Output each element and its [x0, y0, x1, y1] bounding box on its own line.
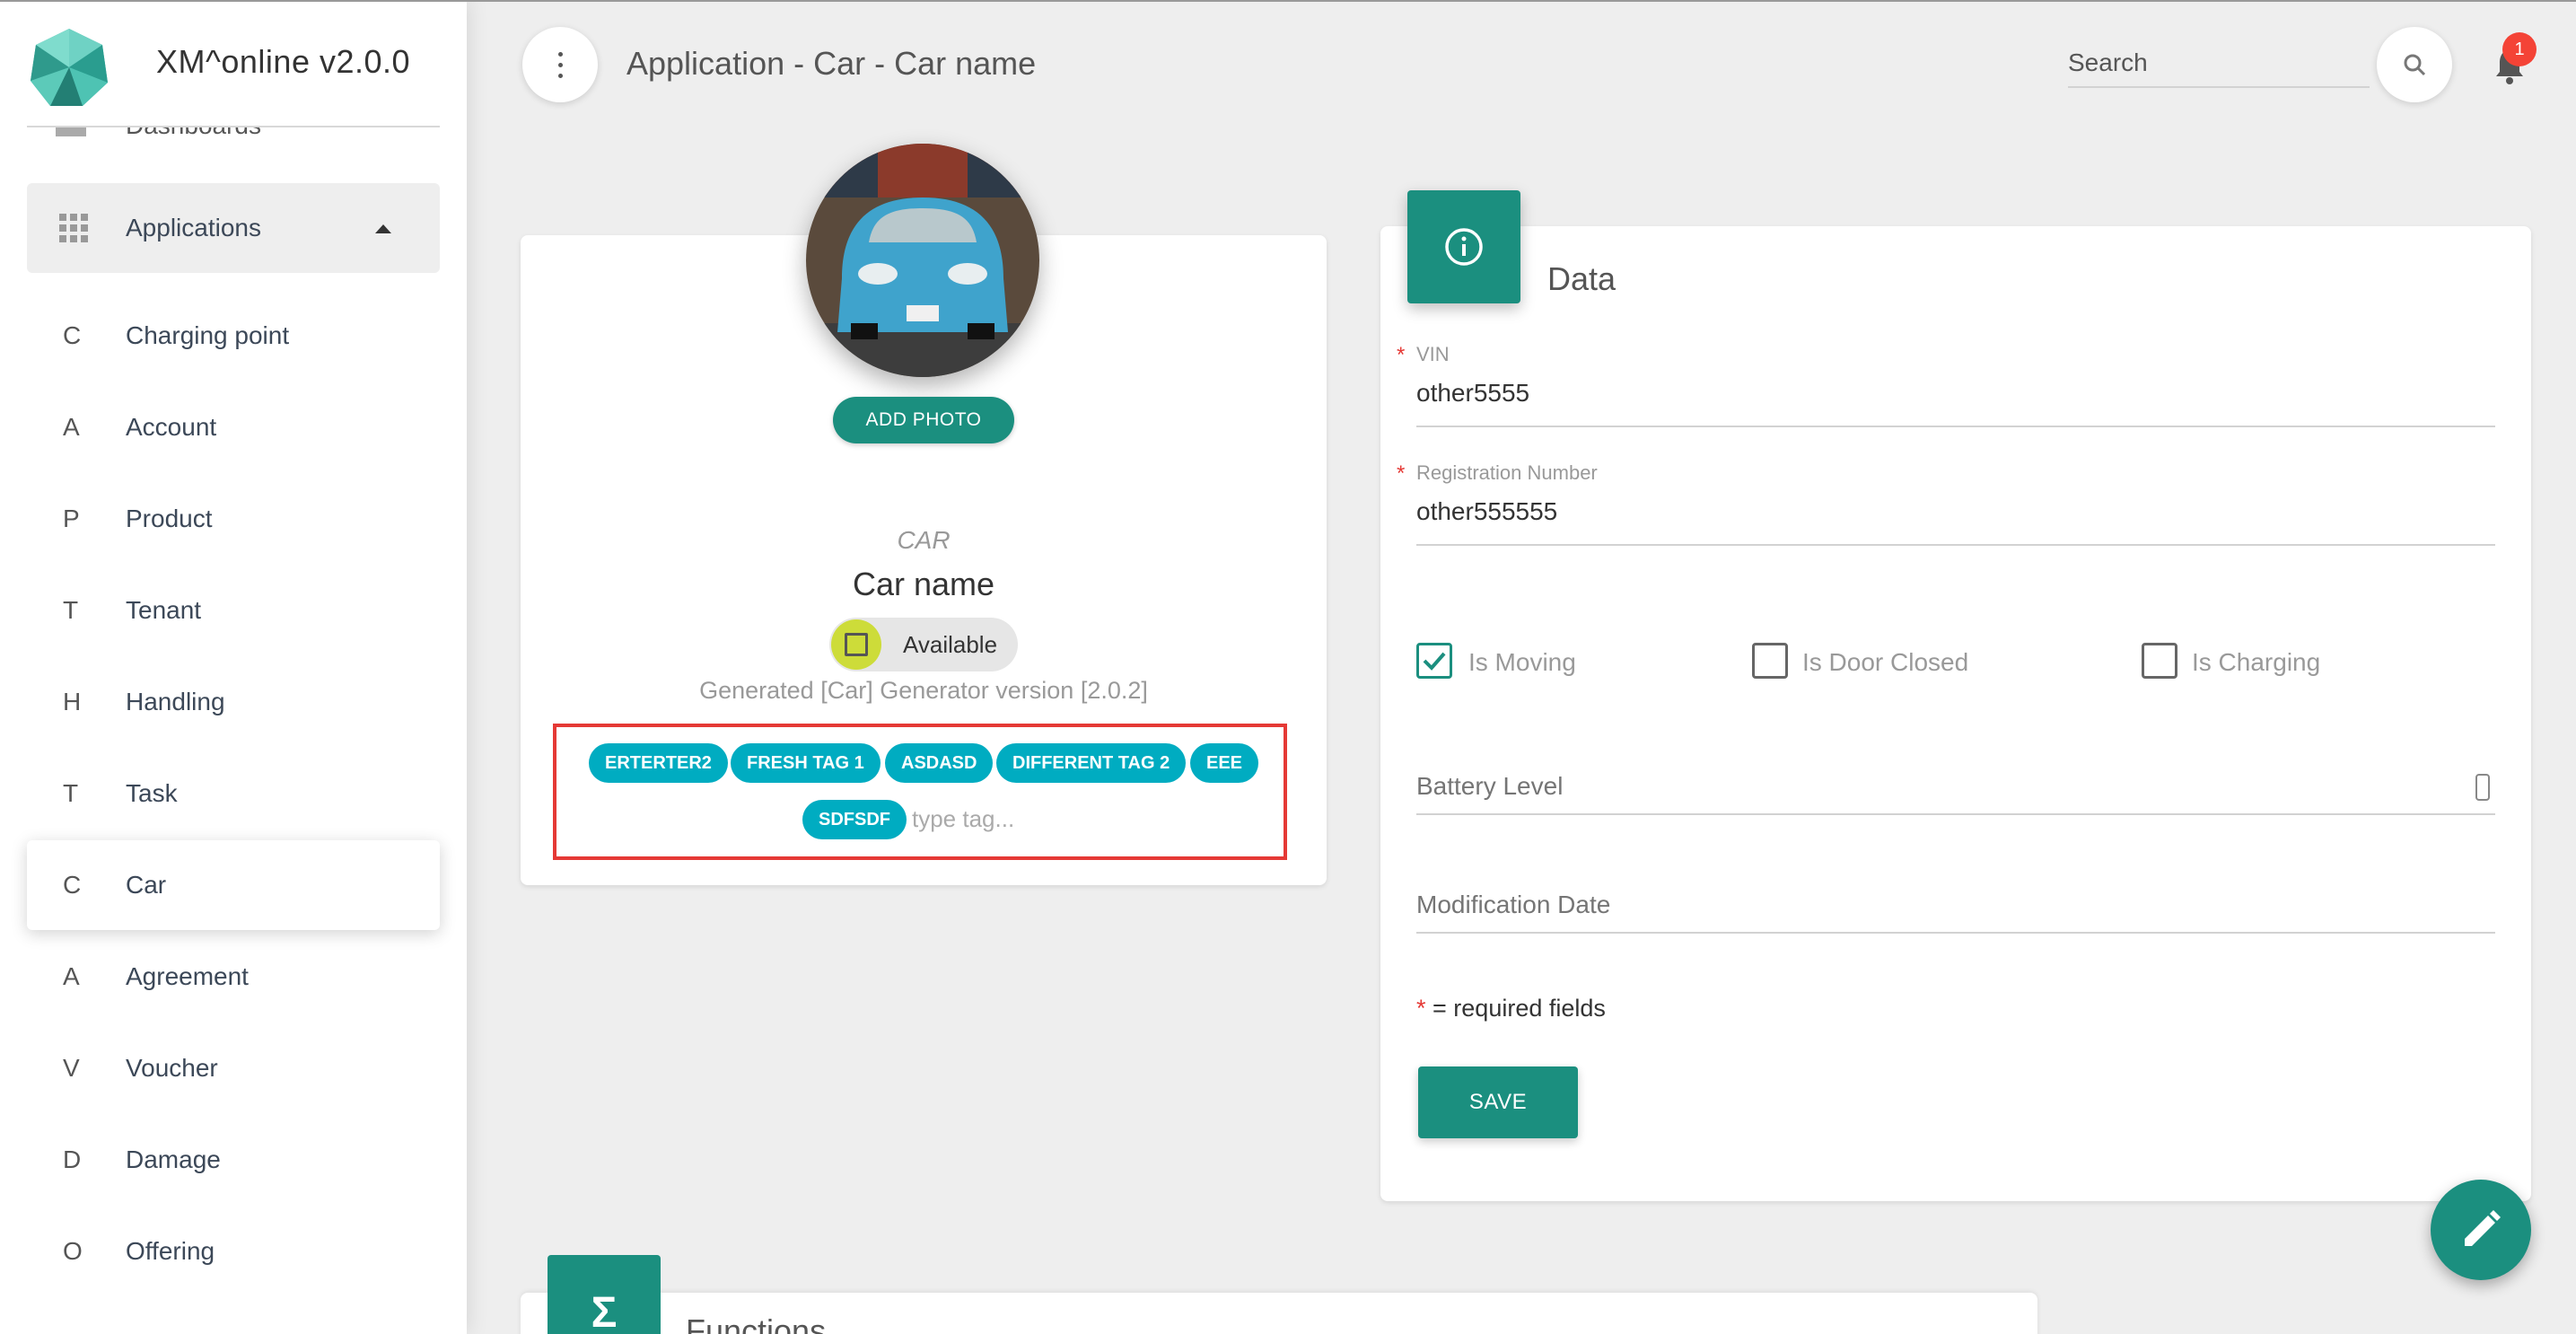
- is-door-closed-checkbox[interactable]: [1752, 643, 1788, 679]
- pencil-icon: [2465, 1210, 2501, 1246]
- info-card-header: [1407, 190, 1520, 303]
- sidebar-item-letter: T: [63, 779, 79, 807]
- car-photo: [806, 144, 1039, 377]
- registration-underline: [1416, 544, 2495, 546]
- sidebar-item-voucher[interactable]: V Voucher: [27, 1023, 440, 1113]
- tag-input[interactable]: [912, 801, 1091, 837]
- sidebar-item-letter: C: [63, 321, 82, 349]
- sidebar-item-label: Offering: [126, 1237, 215, 1265]
- entity-type-label: CAR: [897, 526, 951, 554]
- sidebar-item-label: Tenant: [126, 596, 202, 624]
- checkmark-icon: [1423, 652, 1446, 671]
- sidebar-item-letter: T: [63, 596, 79, 624]
- window-top-edge: [0, 0, 2576, 2]
- required-note-text: = required fields: [1433, 995, 1606, 1022]
- sidebar-item-letter: D: [63, 1145, 82, 1173]
- sidebar-item-car[interactable]: C Car: [27, 840, 440, 930]
- car-photo-image: [806, 144, 1039, 377]
- sidebar-item-label: Charging point: [126, 321, 290, 349]
- entity-name: Car name: [852, 566, 995, 602]
- sidebar-item-damage[interactable]: D Damage: [27, 1115, 440, 1205]
- battery-level-field[interactable]: [1416, 772, 2458, 801]
- info-icon: [1445, 228, 1483, 266]
- is-moving-checkbox[interactable]: [1416, 643, 1452, 679]
- sidebar-item-task[interactable]: T Task: [27, 749, 440, 838]
- app-name: XM^online v2.0.0: [156, 43, 411, 80]
- required-note: * = required fields: [1416, 995, 1606, 1022]
- number-spinner-icon[interactable]: [2475, 774, 2490, 801]
- sidebar-item-label: Account: [126, 413, 217, 441]
- sidebar-item-letter: A: [63, 413, 80, 441]
- search-icon: [2404, 54, 2426, 76]
- sidebar-item-label: Voucher: [126, 1054, 218, 1082]
- sidebar-item-label: Product: [126, 505, 213, 532]
- sidebar-item-account[interactable]: A Account: [27, 382, 440, 472]
- sidebar-item-charging-point[interactable]: C Charging point: [27, 291, 440, 381]
- sidebar-group-applications[interactable]: Applications: [27, 183, 440, 273]
- generator-info: Generated [Car] Generator version [2.0.2…: [699, 677, 1148, 704]
- sidebar-item-label: Handling: [126, 688, 225, 715]
- tag-chip[interactable]: ERTERTER2: [589, 743, 728, 783]
- tag-chip[interactable]: EEE: [1190, 743, 1259, 783]
- required-star: *: [1397, 343, 1406, 367]
- data-card-title: Data: [1547, 260, 1617, 297]
- sidebar-item-letter: A: [63, 962, 80, 990]
- sidebar-item-letter: C: [63, 871, 82, 899]
- vin-underline: [1416, 426, 2495, 427]
- sidebar-item-letter: V: [63, 1054, 80, 1082]
- tag-chip[interactable]: DIFFERENT TAG 2: [996, 743, 1187, 783]
- notification-badge: 1: [2502, 32, 2537, 66]
- sidebar-item-offering[interactable]: O Offering: [27, 1207, 440, 1296]
- logo-divider: [27, 126, 440, 127]
- registration-label: Registration Number: [1416, 461, 1598, 484]
- is-charging-checkbox[interactable]: [2142, 643, 2177, 679]
- is-door-closed-label: Is Door Closed: [1802, 648, 1969, 676]
- state-indicator-icon: [831, 619, 881, 670]
- tag-chip[interactable]: ASDASD: [885, 743, 994, 783]
- vin-label: VIN: [1416, 343, 1450, 365]
- is-moving-label: Is Moving: [1468, 648, 1576, 676]
- tag-chip[interactable]: SDFSDF: [802, 800, 907, 839]
- search-button[interactable]: [2377, 27, 2452, 102]
- functions-title: Functions: [686, 1312, 827, 1334]
- search-input[interactable]: [2068, 39, 2370, 86]
- sidebar-item-tenant[interactable]: T Tenant: [27, 566, 440, 655]
- sidebar-item-label: Task: [126, 779, 178, 807]
- sidebar-item-label: Damage: [126, 1145, 221, 1173]
- sidebar-group-label: Applications: [126, 214, 261, 241]
- registration-field[interactable]: [1416, 497, 2495, 526]
- tag-chip[interactable]: FRESH TAG 1: [731, 743, 881, 783]
- page-title: Application - Car - Car name: [626, 45, 1037, 82]
- sidebar-item-handling[interactable]: H Handling: [27, 657, 440, 747]
- logo-icon: [31, 29, 108, 106]
- is-charging-label: Is Charging: [2192, 648, 2321, 676]
- vin-field[interactable]: [1416, 379, 2495, 408]
- sidebar: XM^online v2.0.0 Dashboards Applications…: [0, 0, 467, 1334]
- sidebar-item-label: Agreement: [126, 962, 249, 990]
- sidebar-item-agreement[interactable]: A Agreement: [27, 932, 440, 1022]
- required-star: *: [1416, 995, 1426, 1022]
- sidebar-item-product[interactable]: P Product: [27, 474, 440, 564]
- modification-underline: [1416, 932, 2495, 934]
- battery-underline: [1416, 813, 2495, 815]
- sigma-icon: Σ: [548, 1255, 661, 1334]
- modification-date-field[interactable]: [1416, 891, 2495, 919]
- required-star: *: [1397, 461, 1406, 486]
- add-photo-button[interactable]: ADD PHOTO: [833, 397, 1014, 443]
- sidebar-item-letter: P: [63, 505, 80, 532]
- more-menu-button[interactable]: [522, 27, 598, 102]
- sidebar-item-letter: H: [63, 688, 82, 715]
- logo-row: XM^online v2.0.0: [0, 0, 467, 127]
- state-label: Available: [903, 631, 998, 658]
- search-field: [2068, 39, 2370, 88]
- caret-up-icon: [375, 224, 391, 233]
- data-card: [1380, 226, 2531, 1201]
- apps-grid-icon: [59, 214, 88, 242]
- sidebar-item-label: Car: [126, 871, 167, 899]
- edit-fab[interactable]: [2431, 1180, 2531, 1280]
- save-button[interactable]: SAVE: [1418, 1066, 1578, 1138]
- sidebar-item-letter: O: [63, 1237, 83, 1265]
- state-chip[interactable]: Available: [829, 618, 1018, 671]
